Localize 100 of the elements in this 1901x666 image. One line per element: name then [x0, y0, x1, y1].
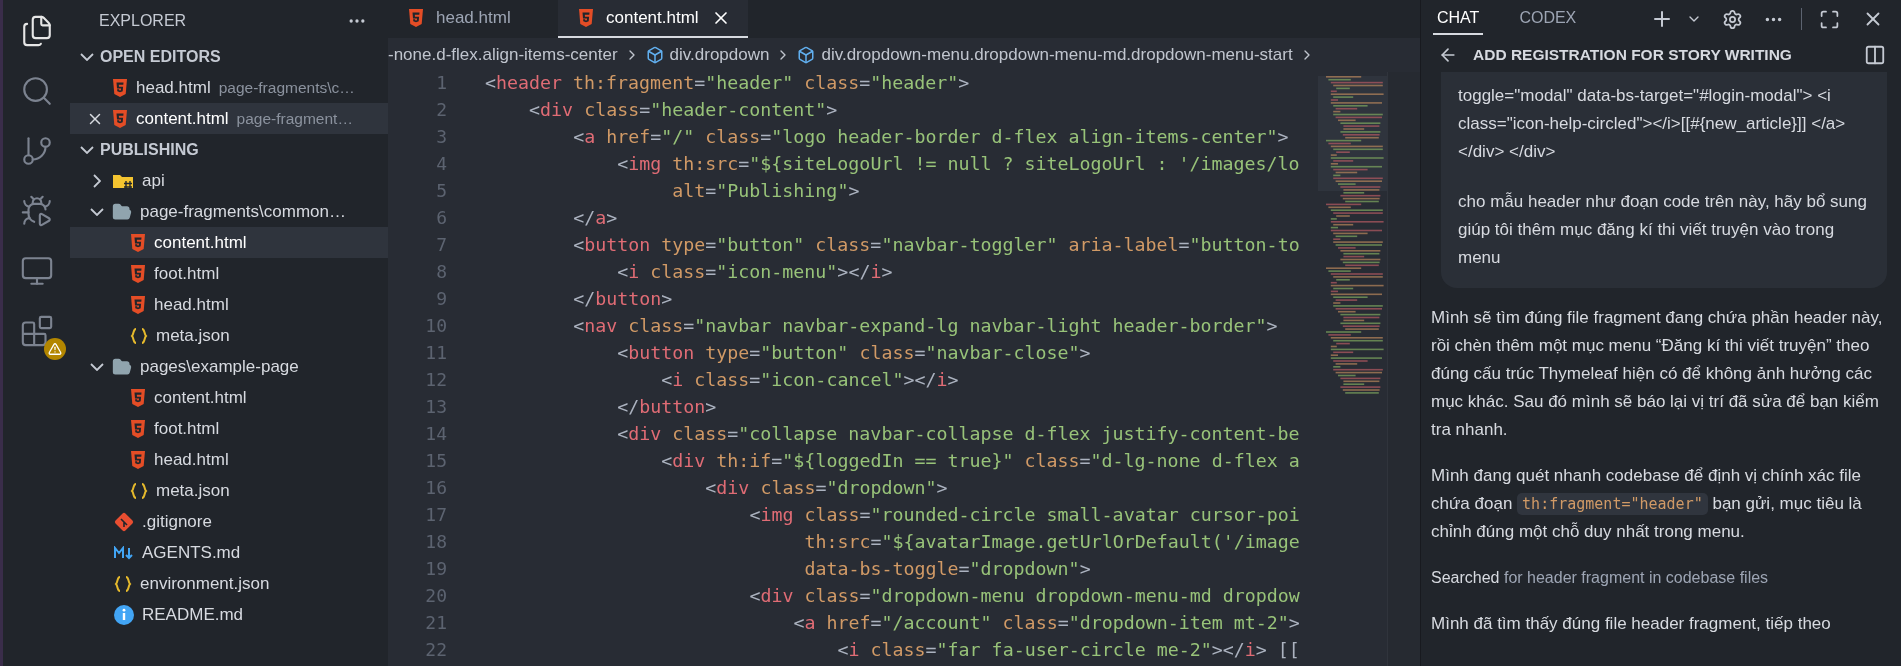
folder-item[interactable]: pages\example-page: [70, 351, 388, 382]
markdown-icon: [114, 545, 134, 560]
file-item[interactable]: meta.json: [70, 475, 388, 506]
html-file-icon: [112, 109, 128, 128]
braces-icon: [114, 574, 132, 593]
file-item[interactable]: environment.json: [70, 568, 388, 599]
code-line: </button>: [616, 396, 717, 419]
chat-tab[interactable]: CODEX: [1515, 3, 1581, 35]
code-line: <a href="/" class="logo header-border d-flex align-items-center">: [572, 126, 1289, 149]
folder-item[interactable]: page-fragments\common…: [70, 196, 388, 227]
code-line: th:src="${avatarImage.getUrlOrDefault('/image: [803, 531, 1300, 554]
line-number: 15: [425, 450, 447, 473]
folder-icon: [112, 356, 132, 377]
line-number: 8: [436, 261, 447, 284]
chevron-icon: [80, 52, 94, 61]
code-line: <div class="collapse navbar-collapse d-flex justify-content-be: [616, 423, 1300, 446]
message-text: toggle="modal" data-bs-target="#login-modal"> <i class="icon-help-circled"></i>[[#{new_article}]] </a> </div> </div>: [1458, 85, 1847, 163]
html-file-icon: [130, 264, 146, 283]
code-line: <a href="/account" class="dropdown-item mt-2">: [792, 612, 1300, 635]
html-file-icon: [130, 388, 146, 407]
line-number: 7: [436, 234, 447, 257]
editor-tab[interactable]: content.html: [558, 0, 748, 38]
line-number: 12: [425, 369, 447, 392]
assistant-text: Mình đã tìm thấy đúng file header fragment, tiếp theo: [1431, 613, 1832, 635]
file-item[interactable]: content.html: [70, 382, 388, 413]
line-number: 1: [436, 72, 447, 95]
html-file-icon: [130, 233, 146, 252]
braces-icon: [130, 326, 148, 345]
line-number: 2: [436, 99, 447, 122]
file-item[interactable]: .gitignore: [70, 506, 388, 537]
blocks-icon[interactable]: [19, 314, 54, 348]
file-item[interactable]: foot.html: [70, 258, 388, 289]
breadcrumb-item[interactable]: div.dropdown-menu.dropdown-menu-md.dropdown-menu-start: [797, 45, 1293, 65]
code-line: data-bs-toggle="dropdown">: [803, 558, 1091, 581]
open-editor-item[interactable]: head.html page-fragments\c…: [70, 72, 388, 103]
code-line: <i class="icon-menu"></i>: [616, 261, 893, 284]
cube-icon: [797, 46, 816, 64]
line-number: 19: [425, 558, 447, 581]
file-item[interactable]: meta.json: [70, 320, 388, 351]
line-number: 6: [436, 207, 447, 230]
folder-item[interactable]: api: [70, 165, 388, 196]
file-item[interactable]: head.html: [70, 289, 388, 320]
code-line: <nav class="navbar navbar-expand-lg navbar-light header-border">: [572, 315, 1278, 338]
code-line: <img class="rounded-circle small-avatar cursor-poi: [748, 504, 1300, 527]
cube-icon: [645, 46, 664, 64]
html-file-icon: [112, 78, 128, 97]
info-icon: [114, 604, 134, 625]
line-number: 10: [425, 315, 447, 338]
html-file-icon: [130, 295, 146, 314]
chat-tab[interactable]: CHAT: [1433, 3, 1484, 35]
chevron-icon: [90, 362, 104, 371]
code-line: <div class="dropdown">: [704, 477, 948, 500]
line-number: 11: [425, 342, 447, 365]
code-line: </a>: [572, 207, 618, 230]
html-file-icon: [578, 9, 594, 27]
file-item[interactable]: foot.html: [70, 413, 388, 444]
file-item[interactable]: README.md: [70, 599, 388, 630]
bug-play-icon[interactable]: [19, 194, 54, 228]
html-file-icon: [408, 9, 424, 27]
line-number: 21: [425, 612, 447, 635]
sidebar-title: EXPLORER: [99, 11, 187, 30]
file-item[interactable]: content.html: [70, 227, 388, 258]
line-number: 13: [425, 396, 447, 419]
code-line: <header th:fragment="header" class="header">: [485, 72, 970, 95]
monitor-icon[interactable]: [19, 254, 54, 288]
code-line: <div th:if="${loggedIn == true}" class="d-lg-none d-flex a: [660, 450, 1300, 473]
braces-icon: [130, 481, 148, 500]
line-number: 9: [436, 288, 447, 311]
file-item[interactable]: AGENTS.md: [70, 537, 388, 568]
chevron-icon: [90, 207, 104, 216]
open-editor-item[interactable]: content.html page-fragment…: [70, 103, 388, 134]
code-line: <button type="button" class="navbar-close">: [616, 342, 1091, 365]
file-item[interactable]: head.html: [70, 444, 388, 475]
code-line: <div class="dropdown-menu dropdown-menu-md dropdow: [748, 585, 1300, 608]
code-line: <button type="button" class="navbar-toggler" aria-label="button-to: [572, 234, 1300, 257]
breadcrumb-item[interactable]: div.dropdown: [645, 45, 770, 65]
code-line: <div class="header-content">: [528, 99, 838, 122]
assistant-text: Mình sẽ tìm đúng file fragment đang chứa phần header này, rồi chèn thêm một mục menu “Đăng kí thi viết truyện” theo đúng cấu trúc Thymeleaf hiện có để không ảnh hưởng các mục khác. Sau đó mình sẽ báo lại vị trí đã sửa để bạn kiểm tra nhanh.: [1431, 307, 1884, 441]
search-activity: Searched for header fragment in codebase files: [1431, 568, 1770, 588]
chevron-icon: [93, 173, 101, 188]
message-text: cho mẫu header như đoạn code trên này, hãy bổ sung giúp tôi thêm mục đăng kí thi viết truyện vào trong menu: [1458, 191, 1868, 269]
breadcrumb-item[interactable]: -none.d-flex.align-items-center: [388, 45, 618, 65]
code-line: <i class="icon-cancel"></i>: [660, 369, 959, 392]
html-file-icon: [130, 419, 146, 438]
code-line: <i class="far fa-user-circle me-2"></i> [[: [836, 639, 1300, 662]
line-number: 5: [436, 180, 447, 203]
chevron-icon: [80, 145, 94, 154]
line-number: 16: [425, 477, 447, 500]
chat-title: ADD REGISTRATION FOR STORY WRITING: [1473, 46, 1793, 64]
folder-icon: [112, 201, 132, 222]
code-line: <img th:src="${siteLogoUrl != null ? siteLogoUrl : '/images/lo: [616, 153, 1300, 176]
line-number: 4: [436, 153, 447, 176]
code-line: alt="Publishing">: [671, 180, 860, 203]
html-file-icon: [130, 450, 146, 469]
line-number: 22: [425, 639, 447, 662]
line-number: 18: [425, 531, 447, 554]
line-number: 14: [425, 423, 447, 446]
line-number: 20: [425, 585, 447, 608]
line-number: 17: [425, 504, 447, 527]
assistant-text: Mình đang quét nhanh codebase để định vị chính xác file chứa đoạn th:fragment="header" bạn gửi, mục tiêu là chỉnh đúng một chỗ duy nhất trong menu.: [1431, 465, 1863, 543]
